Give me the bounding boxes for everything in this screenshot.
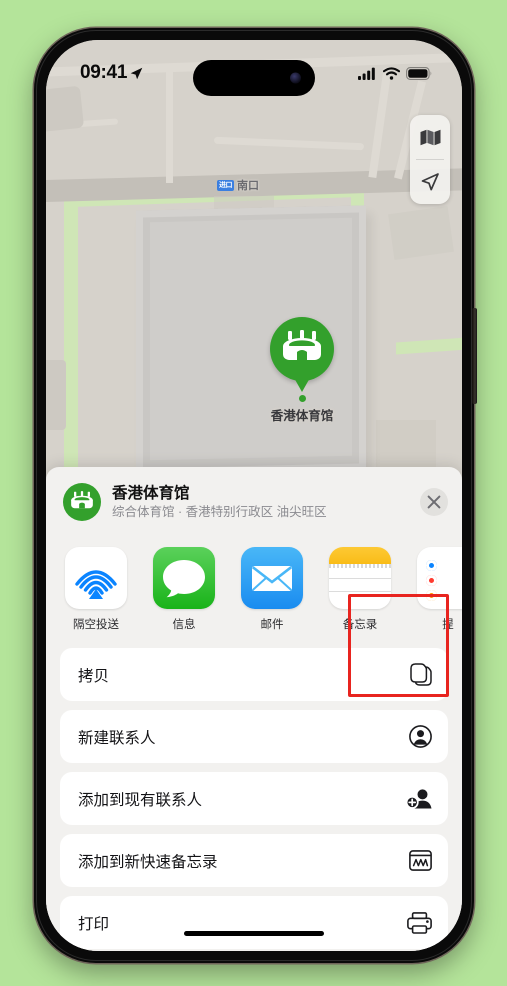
map-park-strip [64,189,78,491]
share-app-label: 隔空投送 [73,619,119,631]
map-badge-entrance: 进口 [217,179,234,191]
share-sheet-header: 香港体育馆 综合体育馆 · 香港特别行政区 油尖旺区 [46,467,462,533]
map-pin-label: 香港体育馆 [270,409,334,423]
action-row-new-contact[interactable]: 新建联系人 [60,710,448,763]
person-add-icon [406,787,432,810]
action-label: 新建联系人 [78,729,156,747]
action-row-copy[interactable]: 拷贝 [60,648,448,701]
navigation-arrow-icon [421,173,439,191]
map-type-button[interactable] [410,115,450,159]
map-label-nankou: 进口 南口 [217,177,259,193]
share-app-reminders[interactable]: 提 [417,547,462,632]
place-subtitle: 综合体育馆 · 香港特别行政区 油尖旺区 [112,504,327,519]
status-time-group: 09:41 [80,62,143,84]
share-sheet: 香港体育馆 综合体育馆 · 香港特别行政区 油尖旺区 隔空投送 信息 邮件 备忘… [46,467,462,951]
home-indicator[interactable] [184,931,324,936]
status-time: 09:41 [80,62,128,83]
share-app-label: 备忘录 [342,619,378,631]
map-road [213,136,365,151]
share-app-messages[interactable]: 信息 [153,547,215,632]
map-block [46,85,85,133]
reminder-dot-blue [426,560,437,571]
map-controls[interactable] [410,115,450,204]
reminders-icon [417,547,462,609]
share-app-label: 提 [442,619,454,631]
map-block [46,360,66,430]
locate-me-button[interactable] [410,160,450,204]
notes-rule [329,591,391,593]
share-action-list: 拷贝 新建联系人 添加到现有联系人 添加到新快速备忘录 打印 [46,642,462,949]
notes-icon [329,547,391,609]
quick-note-icon [409,850,432,871]
map-pin-bubble[interactable] [270,317,334,381]
notes-rule [329,578,391,580]
reminder-dot-orange [426,590,437,601]
share-app-airdrop[interactable]: 隔空投送 [65,547,127,632]
power-button[interactable] [472,308,477,404]
action-label: 添加到新快速备忘录 [78,853,218,871]
front-camera [290,72,301,84]
reminder-dot-red [426,575,437,586]
map-park-strip [396,337,462,355]
airdrop-icon [65,547,127,609]
action-label: 打印 [78,915,110,933]
place-avatar [63,483,101,521]
printer-icon [407,911,432,934]
map-block [376,420,436,470]
share-app-notes[interactable]: 备忘录 [329,547,391,632]
stadium-icon [283,330,321,360]
close-icon [427,495,441,509]
map-pin-coliseum[interactable]: 香港体育馆 [267,317,337,424]
close-button[interactable] [420,488,448,516]
action-row-print[interactable]: 打印 [60,896,448,949]
share-app-mail[interactable]: 邮件 [241,547,303,632]
place-title: 香港体育馆 [112,484,190,502]
mail-icon [241,547,303,609]
map-block [388,206,454,260]
action-label: 添加到现有联系人 [78,791,203,809]
share-app-row[interactable]: 隔空投送 信息 邮件 备忘录 提 [46,533,462,642]
person-circle-icon [409,725,432,748]
share-app-label: 邮件 [260,619,284,631]
location-arrow-icon [130,67,143,79]
notes-header-band [329,547,391,564]
notes-perforation [329,564,391,568]
phone-screen: 进口 南口 香港体育馆 09:41 香港体育馆 综合体育馆 · 香港特别行政区 … [46,40,462,951]
cellular-bars-icon [358,67,375,80]
place-titles: 香港体育馆 综合体育馆 · 香港特别行政区 油尖旺区 [112,484,409,521]
battery-icon [406,66,432,80]
action-row-add-existing-contact[interactable]: 添加到现有联系人 [60,772,448,825]
action-row-new-quick-note[interactable]: 添加到新快速备忘录 [60,834,448,887]
map-label-text: 南口 [237,180,259,192]
status-indicators [358,66,432,80]
action-label: 拷贝 [78,667,110,685]
folded-map-icon [420,129,440,145]
share-app-label: 信息 [172,619,196,631]
messages-icon [153,547,215,609]
dynamic-island [193,60,315,96]
wifi-icon [383,66,400,80]
copy-icon [410,663,432,686]
map-pin-dot [298,395,306,402]
stadium-icon [71,491,93,509]
